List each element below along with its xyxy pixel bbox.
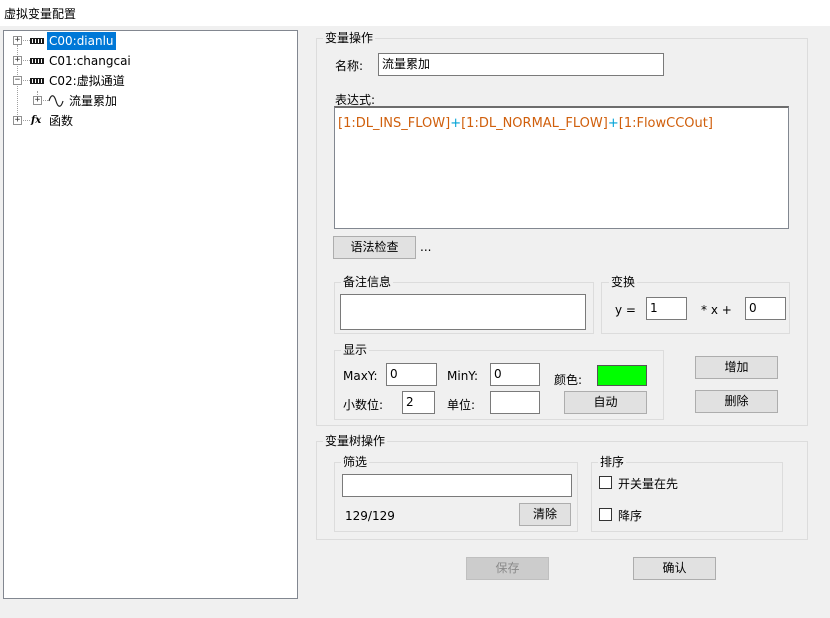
function-icon: fx bbox=[31, 115, 42, 126]
expression-editor[interactable]: [1:DL_INS_FLOW]+[1:DL_NORMAL_FLOW]+[1:Fl… bbox=[334, 106, 789, 229]
save-button[interactable]: 保存 bbox=[466, 557, 549, 580]
name-input[interactable]: 流量累加 bbox=[378, 53, 664, 76]
color-swatch[interactable] bbox=[597, 365, 647, 386]
name-label: 名称: bbox=[335, 59, 364, 73]
maxy-input[interactable]: 0 bbox=[386, 363, 437, 386]
unit-input[interactable] bbox=[490, 391, 540, 414]
remark-input[interactable] bbox=[340, 294, 586, 330]
expr-token-var: [1:DL_NORMAL_FLOW] bbox=[461, 116, 608, 131]
collapse-icon[interactable]: − bbox=[13, 76, 22, 85]
variable-ops-title: 变量操作 bbox=[323, 31, 376, 45]
transform-title: 变换 bbox=[609, 275, 638, 289]
miny-input[interactable]: 0 bbox=[490, 363, 540, 386]
expr-token-var: [1:DL_INS_FLOW] bbox=[338, 116, 451, 131]
channel-icon bbox=[30, 58, 44, 64]
miny-label: MinY: bbox=[447, 369, 479, 383]
tree-node-c01[interactable]: + C01:changcai bbox=[4, 52, 294, 70]
variable-tree[interactable]: + C00:dianlu + C01:changcai − C02:虚拟通道 +… bbox=[3, 30, 298, 599]
tree-branch-line bbox=[23, 120, 30, 121]
tree-node-label[interactable]: C01:changcai bbox=[47, 52, 133, 70]
decimals-input[interactable]: 2 bbox=[402, 391, 435, 414]
decimals-label: 小数位: bbox=[343, 398, 384, 412]
transform-y-label: y = bbox=[615, 303, 636, 317]
descending-checkbox[interactable] bbox=[599, 508, 612, 521]
clear-button[interactable]: 清除 bbox=[519, 503, 571, 526]
filter-input[interactable] bbox=[342, 474, 572, 497]
tree-branch-line bbox=[23, 40, 30, 41]
add-button[interactable]: 增加 bbox=[695, 356, 778, 379]
expand-icon[interactable]: + bbox=[33, 96, 42, 105]
expr-token-var: [1:FlowCCOut] bbox=[618, 116, 713, 131]
tree-node-c02[interactable]: − C02:虚拟通道 bbox=[4, 72, 294, 90]
ellipsis-text: ... bbox=[420, 240, 432, 254]
switch-first-checkbox[interactable] bbox=[599, 476, 612, 489]
tree-branch-line bbox=[23, 60, 30, 61]
tree-node-label[interactable]: C00:dianlu bbox=[47, 32, 116, 50]
tree-ops-title: 变量树操作 bbox=[323, 434, 388, 448]
tree-node-functions[interactable]: + fx 函数 bbox=[4, 112, 294, 130]
filter-count: 129/129 bbox=[345, 509, 395, 523]
descending-label: 降序 bbox=[618, 509, 643, 523]
expr-token-op: + bbox=[450, 116, 462, 131]
title-bar: 虚拟变量配置 bbox=[0, 0, 830, 26]
expand-icon[interactable]: + bbox=[13, 116, 22, 125]
switch-first-label: 开关量在先 bbox=[618, 477, 679, 491]
expr-token-op: + bbox=[607, 116, 619, 131]
window-title: 虚拟变量配置 bbox=[4, 7, 77, 21]
channel-icon bbox=[30, 78, 44, 84]
channel-icon bbox=[30, 38, 44, 44]
maxy-label: MaxY: bbox=[343, 369, 378, 383]
color-label: 颜色: bbox=[554, 373, 583, 387]
tree-node-label[interactable]: 函数 bbox=[47, 112, 75, 130]
unit-label: 单位: bbox=[447, 398, 476, 412]
tree-branch-line bbox=[23, 80, 30, 81]
delete-button[interactable]: 删除 bbox=[695, 390, 778, 413]
sort-title: 排序 bbox=[598, 455, 627, 469]
tree-node-label[interactable]: C02:虚拟通道 bbox=[47, 72, 127, 90]
filter-title: 筛选 bbox=[341, 455, 370, 469]
auto-button[interactable]: 自动 bbox=[564, 391, 647, 414]
expand-icon[interactable]: + bbox=[13, 56, 22, 65]
remark-title: 备注信息 bbox=[341, 275, 394, 289]
transform-x-label: * x + bbox=[701, 303, 732, 317]
syntax-check-button[interactable]: 语法检查 bbox=[333, 236, 416, 259]
tree-node-label[interactable]: 流量累加 bbox=[67, 92, 119, 110]
tree-node-flow-sum[interactable]: + 流量累加 bbox=[4, 92, 294, 110]
sine-wave-icon bbox=[48, 95, 64, 107]
tree-node-c00[interactable]: + C00:dianlu bbox=[4, 32, 294, 50]
display-title: 显示 bbox=[341, 343, 370, 357]
expand-icon[interactable]: + bbox=[13, 36, 22, 45]
transform-k-input[interactable]: 1 bbox=[646, 297, 687, 320]
confirm-button[interactable]: 确认 bbox=[633, 557, 716, 580]
transform-b-input[interactable]: 0 bbox=[745, 297, 786, 320]
